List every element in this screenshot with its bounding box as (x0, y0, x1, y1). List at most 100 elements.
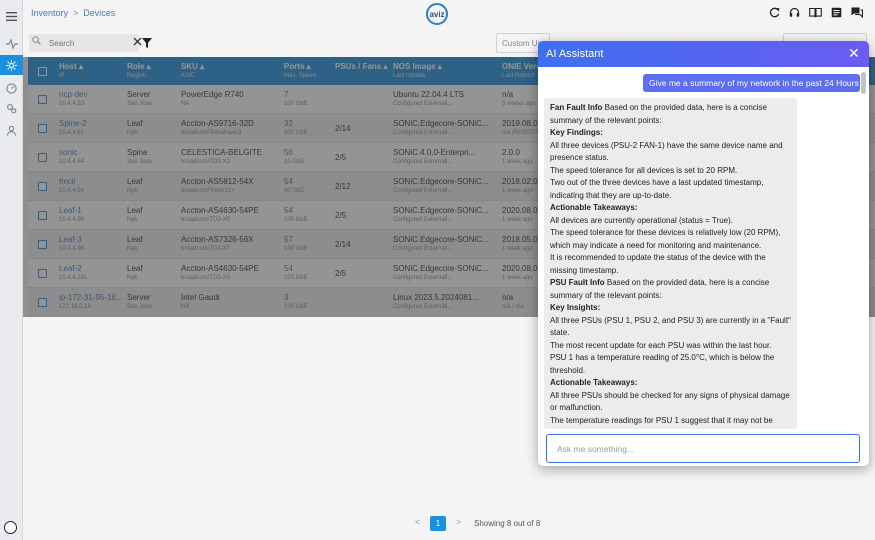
menu-icon[interactable] (0, 6, 23, 26)
chat-input[interactable] (557, 443, 847, 455)
ports-link[interactable]: 3 (284, 293, 330, 302)
book-icon[interactable] (809, 7, 822, 21)
column-header-host[interactable]: Host ▴ IP (59, 62, 83, 79)
host-link[interactable]: Leaf-3 (59, 235, 123, 244)
ports-link[interactable]: 54 (284, 264, 330, 273)
filter-icon[interactable] (142, 35, 152, 48)
response-heading: Key Findings: (550, 128, 603, 137)
devices-icon[interactable] (0, 55, 23, 75)
ports-link[interactable]: 54 (284, 206, 330, 215)
column-header-role[interactable]: Role ▴ Region (127, 62, 151, 79)
row-checkbox[interactable] (38, 240, 47, 249)
nos-image: SONiC.Edgecore-SONiC... (393, 119, 489, 128)
refresh-icon[interactable] (769, 7, 780, 21)
response-text: PSU 1 has a temperature reading of 25.0°… (550, 353, 775, 375)
user-avatar-icon[interactable] (4, 521, 17, 534)
row-checkbox[interactable] (38, 95, 47, 104)
chat-icon[interactable] (851, 7, 864, 21)
response-line: All three devices (PSU-2 FAN-1) have the… (550, 140, 791, 165)
row-checkbox[interactable] (38, 153, 47, 162)
region: Nyk (127, 188, 138, 194)
asic: NA (181, 304, 190, 310)
pagination-next-button[interactable]: > (456, 517, 461, 527)
psus-fans: 2/12 (335, 182, 351, 191)
pagination-page-1[interactable]: 1 (430, 516, 446, 531)
ports-link[interactable]: 7 (284, 90, 330, 99)
host-link[interactable]: Leaf-2 (59, 264, 123, 273)
asic: broadcom/TD3-X7 (181, 246, 231, 252)
row-checkbox[interactable] (38, 124, 47, 133)
role: Server (127, 90, 151, 99)
region: San Jose (127, 159, 153, 165)
row-checkbox[interactable] (38, 298, 47, 307)
host-ip: 10.4.4.61 (59, 130, 85, 136)
ports-link[interactable]: 54 (284, 177, 330, 186)
select-all-checkbox[interactable] (38, 67, 47, 76)
column-header-sku[interactable]: SKU ▴ ASIC (181, 62, 204, 79)
left-nav (0, 0, 23, 540)
sku: Intel Gaudi (181, 293, 220, 302)
host-ip: 172.18.0.19 (59, 304, 91, 310)
ports-link[interactable]: 32 (284, 119, 330, 128)
response-heading: Actionable Takeaways: (550, 203, 638, 212)
asic: broadcom/Trident2+ (181, 188, 235, 194)
host-ip: 10.4.4.98 (59, 246, 85, 252)
max-speed: 400 GbE (284, 130, 308, 136)
pagination-prev-button[interactable]: < (415, 517, 420, 527)
max-speed: 40 GbE (284, 188, 305, 194)
column-header-onie-version[interactable]: ONIE Versi Last Reboot (502, 62, 543, 79)
max-speed: 100 GbE (284, 217, 308, 223)
response-line: Actionable Takeaways: (550, 377, 791, 390)
nos-last-update: Configured Externall... (393, 188, 453, 194)
response-line: All devices are currently operational (s… (550, 215, 791, 228)
nos-image: SONiC.Edgecore-SONiC... (393, 206, 489, 215)
clear-search-icon[interactable] (133, 37, 142, 49)
host-link[interactable]: ip-172-31-95-18... (59, 293, 123, 302)
activity-icon[interactable] (0, 34, 23, 54)
dashboard-icon[interactable] (0, 78, 23, 98)
response-text: The temperature readings for PSU 1 sugge… (550, 415, 773, 425)
nos-image: SONiC.4.0.0-Enterpri... (393, 148, 476, 157)
response-line: Actionable Takeaways: (550, 202, 791, 215)
chat-scrollbar[interactable] (861, 72, 866, 94)
breadcrumb-devices: Devices (83, 8, 116, 18)
psus-fans: 2/14 (335, 240, 351, 249)
row-checkbox[interactable] (38, 269, 47, 278)
top-bar: Inventory > Devices aviz (23, 0, 875, 30)
users-icon[interactable] (0, 120, 23, 140)
sku: PowerEdge R740 (181, 90, 244, 99)
host-link[interactable]: fmcli (59, 177, 123, 186)
region: Nyk (127, 217, 138, 223)
search-input[interactable] (49, 36, 134, 50)
settings-icon[interactable] (0, 98, 23, 118)
max-speed: 10 GbE (284, 159, 305, 165)
row-checkbox[interactable] (38, 182, 47, 191)
response-line: It is recommended to update the status o… (550, 252, 791, 277)
host-link[interactable]: Spine-2 (59, 119, 123, 128)
response-heading: Actionable Takeaways: (550, 378, 638, 387)
response-line: The most recent update for each PSU was … (550, 340, 791, 353)
response-line: The speed tolerance for all devices is s… (550, 165, 791, 178)
ports-link[interactable]: 57 (284, 235, 330, 244)
notes-icon[interactable] (831, 7, 842, 21)
column-header-ports[interactable]: Ports ▴ Max. Speed (284, 62, 316, 79)
region: San Jose (127, 304, 153, 310)
host-link[interactable]: sonic (59, 148, 123, 157)
headset-icon[interactable] (789, 7, 800, 21)
role: Leaf (127, 119, 143, 128)
ports-link[interactable]: 56 (284, 148, 330, 157)
region: Nyk (127, 130, 138, 136)
nos-image: SONiC.Edgecore-SONiC... (393, 264, 489, 273)
nos-image: SONiC.Edgecore-SONiC... (393, 235, 489, 244)
column-header-nos-image[interactable]: NOS Image ▴ Last Update (393, 62, 442, 79)
sku: Accton-AS4630-54PE (181, 264, 259, 273)
response-text: All three PSUs should be checked for any… (550, 390, 790, 413)
breadcrumb-inventory[interactable]: Inventory (31, 8, 68, 18)
close-icon[interactable]: ✕ (848, 45, 860, 62)
column-header-psus-fans[interactable]: PSUs / Fans ▴ (335, 62, 388, 73)
search-box (29, 34, 142, 52)
user-message: Give me a summary of my network in the p… (643, 74, 860, 92)
host-link[interactable]: Leaf-1 (59, 206, 123, 215)
row-checkbox[interactable] (38, 211, 47, 220)
host-link[interactable]: ncp-dev (59, 90, 123, 99)
